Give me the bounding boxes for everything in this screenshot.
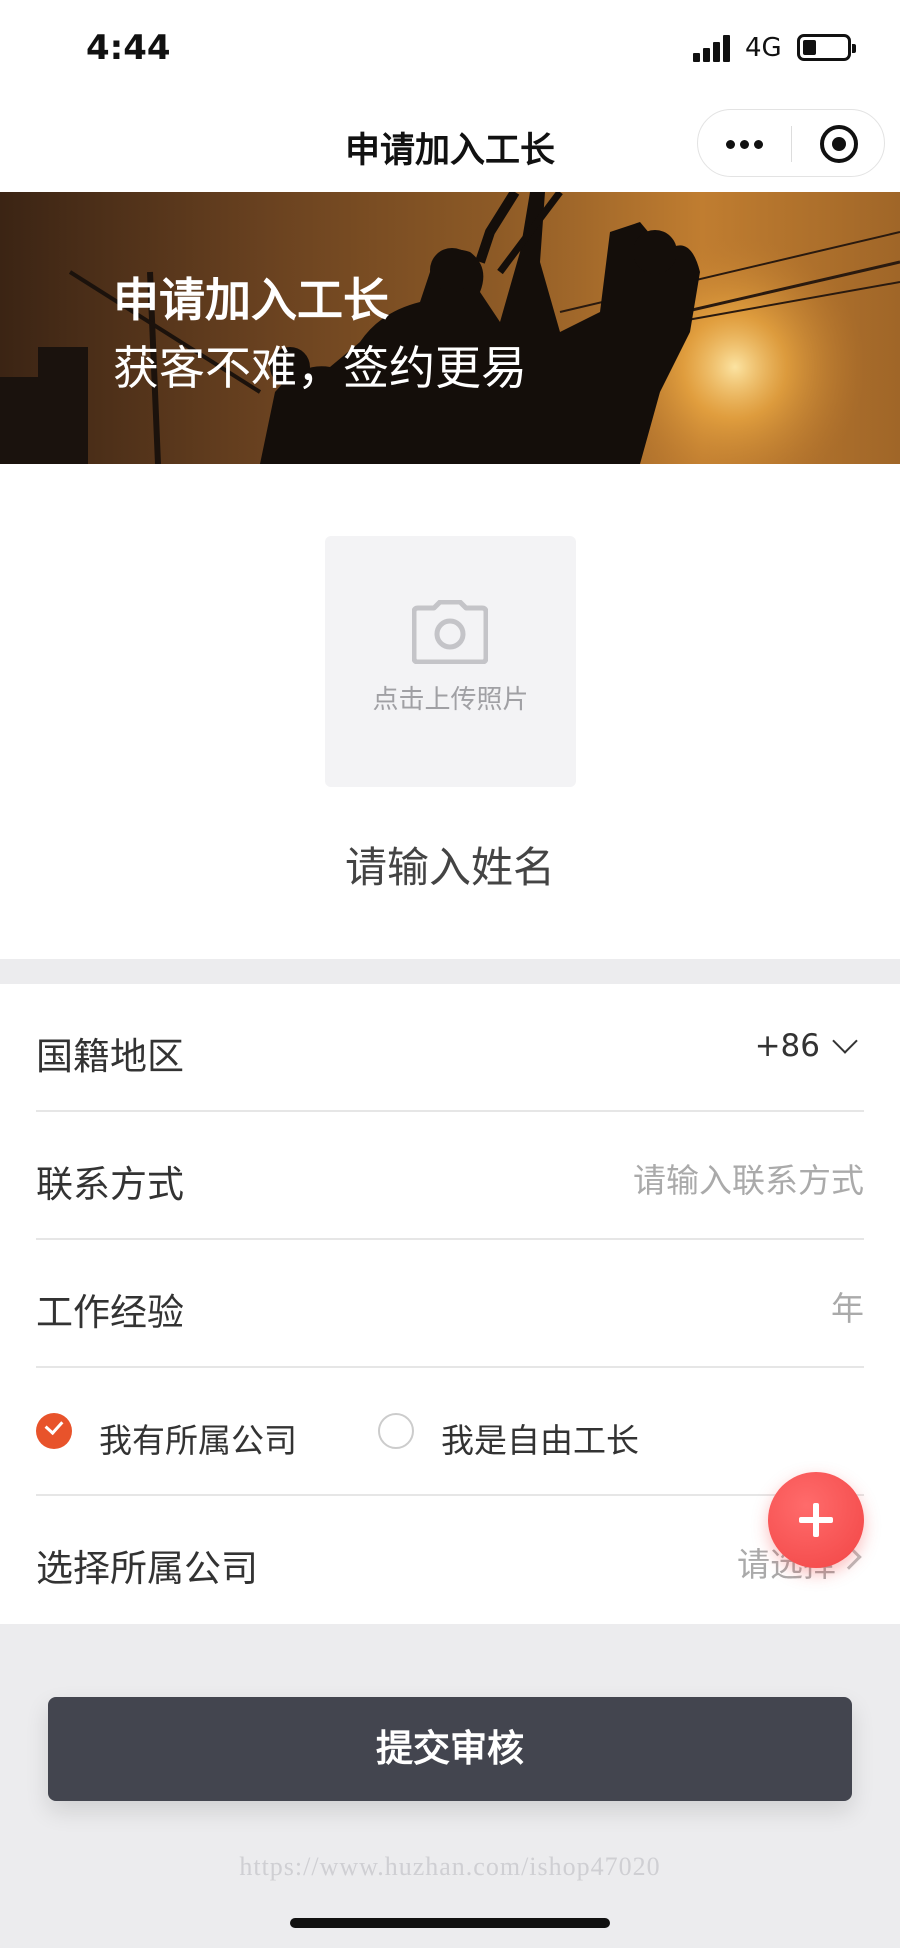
target-close-icon[interactable] [792, 110, 886, 178]
plus-icon[interactable] [768, 1472, 864, 1568]
name-input[interactable]: 请输入姓名 [0, 834, 900, 895]
radio-freelance[interactable] [378, 1413, 414, 1449]
nav-bar: 申请加入工长 [0, 96, 900, 192]
status-time: 4:44 [86, 28, 171, 68]
application-form: 国籍地区 +86 联系方式 请输入联系方式 工作经验 年 我有所属公司 我是自由… [0, 984, 900, 1624]
experience-unit[interactable]: 年 [831, 1282, 864, 1330]
option-freelance-label[interactable]: 我是自由工长 [441, 1414, 639, 1462]
experience-row[interactable]: 工作经验 年 [36, 1240, 864, 1368]
submit-button[interactable]: 提交审核 [48, 1697, 852, 1801]
chevron-down-icon[interactable] [832, 1028, 858, 1054]
profile-card: 点击上传照片 请输入姓名 [0, 464, 900, 959]
experience-label: 工作经验 [36, 1291, 184, 1334]
status-bar: 4:44 4G [0, 0, 900, 96]
watermark: https://www.huzhan.com/ishop47020 [239, 1852, 661, 1881]
affiliation-row: 我有所属公司 我是自由工长 [36, 1368, 864, 1496]
signal-icon [693, 34, 733, 62]
mini-program-capsule [697, 109, 885, 177]
more-dots-icon[interactable] [698, 110, 791, 178]
home-indicator [290, 1918, 610, 1928]
region-row[interactable]: 国籍地区 +86 [36, 984, 864, 1112]
hero-banner: 申请加入工长 获客不难，签约更易 [0, 192, 900, 464]
contact-label: 联系方式 [36, 1163, 184, 1206]
photo-upload-button[interactable]: 点击上传照片 [325, 536, 576, 787]
network-type: 4G [745, 33, 782, 63]
radio-company-checked[interactable] [36, 1413, 72, 1449]
battery-icon [797, 34, 856, 61]
banner-title: 申请加入工长 [113, 273, 389, 327]
contact-row[interactable]: 联系方式 请输入联系方式 [36, 1112, 864, 1240]
company-label: 选择所属公司 [36, 1547, 258, 1590]
upload-label: 点击上传照片 [372, 685, 529, 715]
region-code-value[interactable]: +86 [755, 1028, 820, 1064]
company-row[interactable]: 选择所属公司 请选择 [36, 1496, 864, 1624]
region-label: 国籍地区 [36, 1035, 184, 1078]
banner-subtitle: 获客不难，签约更易 [113, 341, 527, 395]
camera-icon [412, 600, 488, 664]
option-company-label[interactable]: 我有所属公司 [99, 1414, 297, 1462]
contact-input[interactable]: 请输入联系方式 [633, 1154, 864, 1202]
